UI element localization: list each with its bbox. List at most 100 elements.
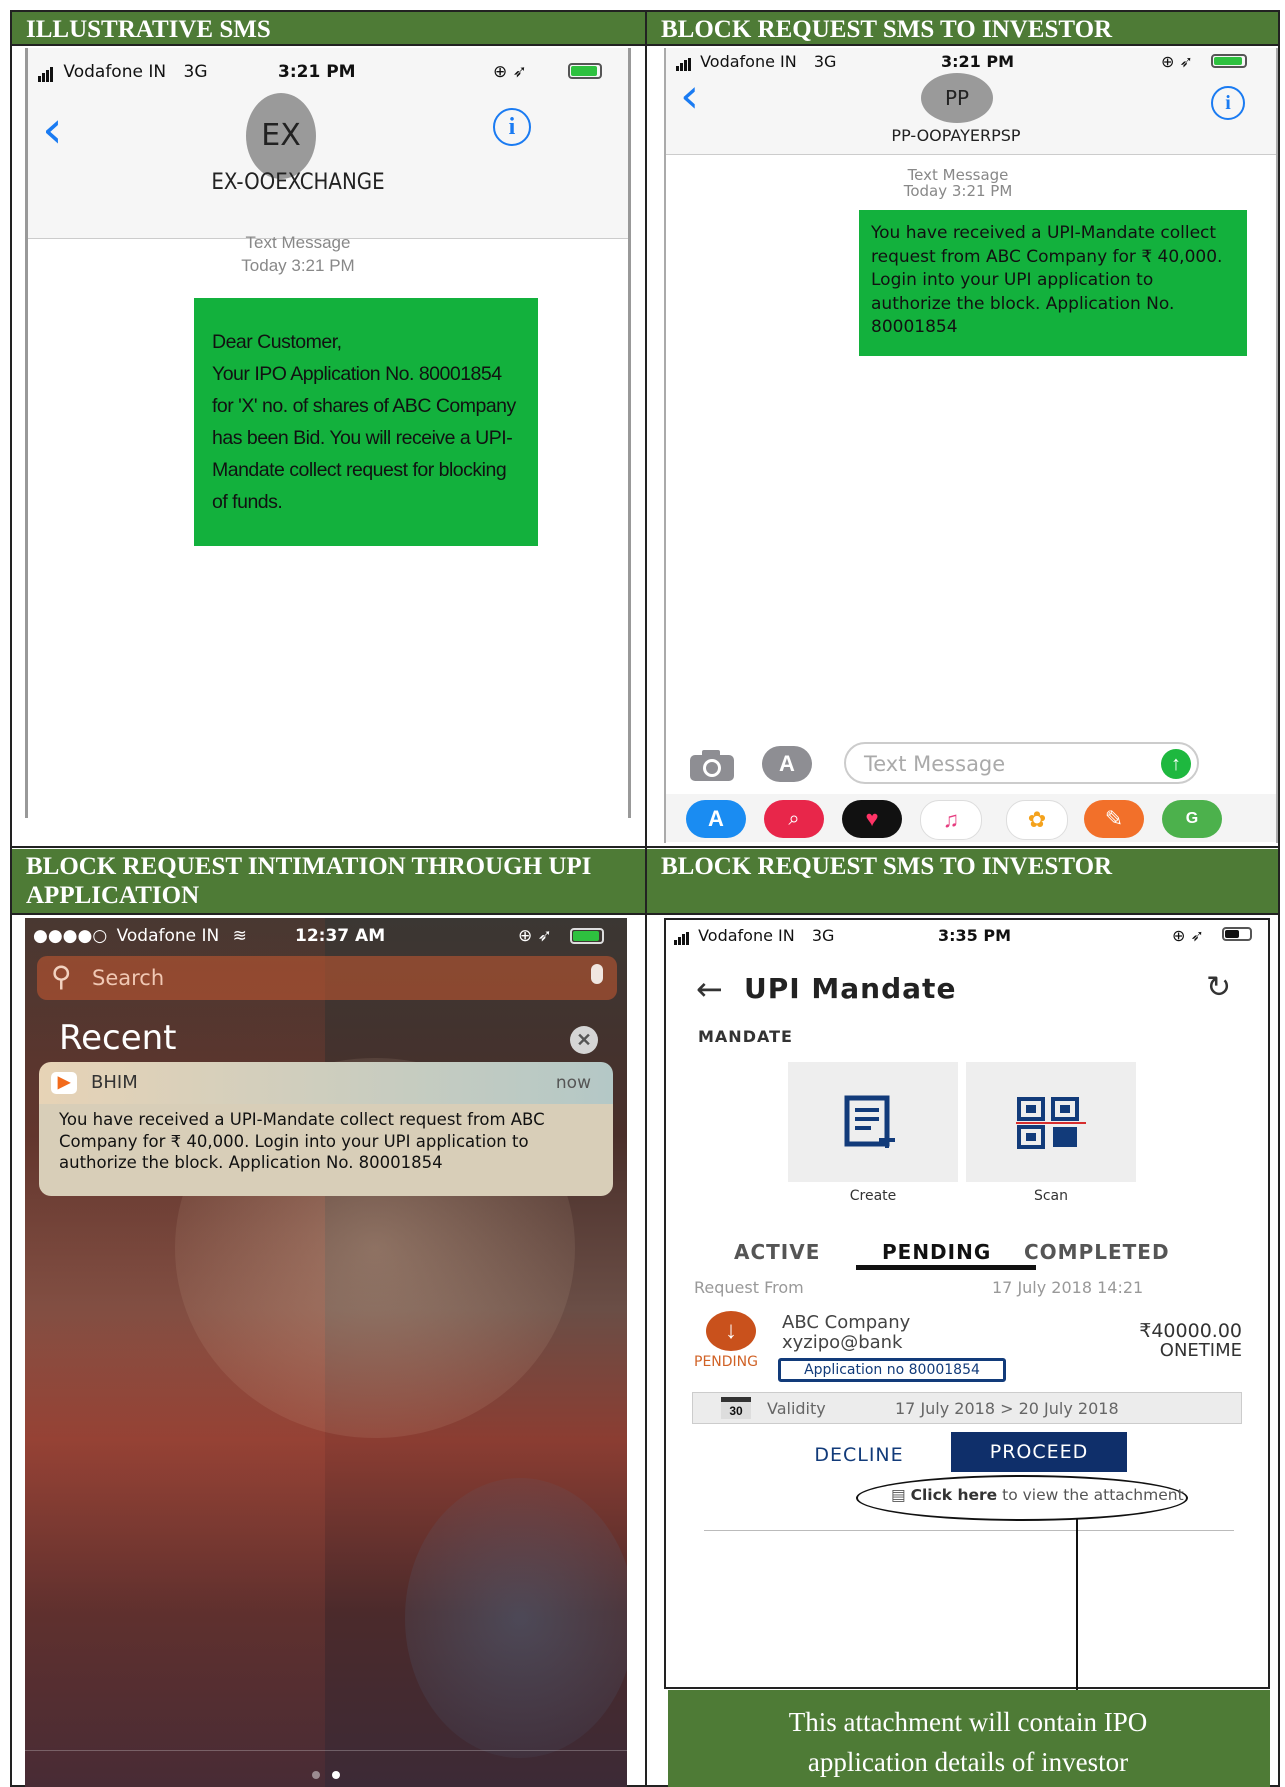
info-icon[interactable]: i [493,108,531,146]
wallpaper-glow-2 [405,1478,627,1758]
tab-active[interactable]: ACTIVE [734,1240,820,1264]
header-illustrative-sms: ILLUSTRATIVE SMS [12,12,645,44]
view-attachment-link[interactable]: ▤ Click here to view the attachment [891,1486,1184,1504]
attachment-text: to view the attachment [1002,1486,1184,1504]
signal-dots-icon: ●●●●○ [33,926,108,946]
microphone-icon[interactable] [591,964,603,984]
grid-divider-top [10,44,1280,46]
camera-icon[interactable] [688,748,736,782]
section-label: MANDATE [698,1027,793,1046]
carrier-label: Vodafone IN [700,52,797,71]
signal-icon [674,926,690,945]
validity-label: Validity [767,1399,826,1418]
refresh-icon[interactable]: ↻ [1206,970,1231,1005]
location-icon: ⊕ ➶ [518,926,552,946]
photos-icon[interactable]: ✿ [1006,800,1068,840]
payee-name: ABC Company [782,1312,911,1333]
page-title: UPI Mandate [744,972,957,1005]
calendar-icon: 30 [721,1397,751,1419]
sender-name: PP-OOPAYERPSP [891,126,1021,145]
network-label: 3G [811,926,835,945]
clock-label: 3:21 PM [278,62,356,82]
application-number: Application no 80001854 [804,1362,980,1378]
divider [704,1530,1234,1531]
pending-status-icon: ↓ [706,1311,756,1351]
page-indicator-dot-active [332,1771,340,1779]
message-time-label: Today 3:21 PM [903,182,1013,200]
location-icon: ⊕ ➶ [1172,926,1204,945]
grid-divider-middle-2 [10,913,1280,915]
search-bar[interactable]: ⚲ Search [37,956,617,1000]
clock-label: 12:37 AM [295,926,386,946]
grid-divider-vertical [645,10,647,1787]
tab-pending[interactable]: PENDING [882,1240,991,1264]
proceed-button[interactable]: PROCEED [951,1432,1127,1472]
send-button[interactable]: ↑ [1161,749,1191,779]
carrier-label: Vodafone IN [116,926,220,946]
info-icon[interactable]: i [1211,86,1245,120]
app-store-icon[interactable]: A [686,800,746,838]
bhim-app-icon: ▶ [51,1072,77,1094]
message-input-placeholder: Text Message [864,752,1006,776]
signal-icon [38,62,54,82]
create-document-icon [844,1095,895,1148]
message-input[interactable]: Text Message ↑ [844,742,1199,784]
sms-screen-payer-psp: Vodafone IN 3G 3:21 PM ⊕ ➶ ‹ PP i PP-OOP… [664,48,1278,843]
message-time-label: Today 3:21 PM [241,256,355,275]
tab-pending-underline [856,1265,1036,1270]
back-chevron-icon[interactable]: ‹ [42,100,63,160]
attachment-icon: ▤ [891,1486,906,1504]
back-chevron-icon[interactable]: ‹ [680,68,699,124]
create-label: Create [849,1188,897,1204]
callout-arrow-line [1076,1518,1078,1698]
lock-screen-notification: ●●●●○ Vodafone IN ≋ 12:37 AM ⊕ ➶ ⚲ Searc… [25,918,627,1787]
payee-vpa: xyzipo@bank [782,1332,903,1353]
attachment-callout-box: This attachment will contain IPO applica… [668,1690,1270,1787]
attachment-callout-text: This attachment will contain IPO applica… [788,1707,1148,1777]
app-store-drawer-icon[interactable]: A [762,746,812,782]
search-images-icon[interactable]: ⌕ [764,800,824,838]
status-bar: Vodafone IN 3G 3:35 PM ⊕ ➶ [674,926,1264,945]
carrier-label: Vodafone IN [63,62,167,82]
notification-message: You have received a UPI-Mandate collect … [39,1104,613,1196]
sms-bubble: You have received a UPI-Mandate collect … [859,210,1247,356]
validity-bar: 30 Validity 17 July 2018 > 20 July 2018 [692,1392,1242,1424]
upi-mandate-screen: Vodafone IN 3G 3:35 PM ⊕ ➶ ← UPI Mandate… [664,918,1270,1689]
tab-completed[interactable]: COMPLETED [1024,1240,1170,1264]
guitar-icon[interactable]: ✎ [1084,800,1144,838]
status-bar: Vodafone IN 3G 3:21 PM ⊕ ➶ [38,62,618,82]
sender-name: EX-OOEXCHANGE [211,170,385,195]
decline-button[interactable]: DECLINE [774,1435,944,1475]
location-icon: ⊕ ➶ [493,62,527,82]
pending-status-label: PENDING [694,1354,758,1370]
notification-card[interactable]: ▶ BHIM now You have received a UPI-Manda… [39,1062,613,1196]
network-label: 3G [813,52,837,71]
create-mandate-button[interactable] [788,1062,958,1182]
maps-icon[interactable]: G [1162,800,1222,838]
click-here-link: Click here [910,1486,998,1504]
message-type-label: Text Message [245,233,351,252]
header-upi-intimation: BLOCK REQUEST INTIMATION THROUGH UPI APP… [12,849,645,913]
search-placeholder: Search [92,966,165,990]
recent-heading: Recent [59,1018,177,1058]
battery-icon [1222,927,1252,941]
application-number-box: Application no 80001854 [778,1358,1006,1382]
carrier-label: Vodafone IN [698,926,795,945]
sms-screen-exchange: Vodafone IN 3G 3:21 PM ⊕ ➶ ‹ EX i EX-OOE… [25,48,631,818]
search-icon: ⚲ [51,960,72,993]
scan-qr-button[interactable] [966,1062,1136,1182]
notification-app-name: BHIM [91,1072,138,1093]
request-from-label: Request From [694,1278,804,1297]
heart-icon[interactable]: ♥ [842,800,902,838]
clock-label: 3:35 PM [938,926,1012,945]
status-bar: Vodafone IN 3G 3:21 PM ⊕ ➶ [676,52,1266,71]
avatar: PP [921,73,993,123]
qr-code-icon [1016,1097,1086,1149]
avatar: EX [246,93,316,179]
clear-notifications-button[interactable]: ✕ [570,1026,598,1054]
scan-label: Scan [1033,1188,1069,1204]
dock-divider [25,1750,627,1751]
notification-header: ▶ BHIM now [39,1062,613,1104]
back-arrow-icon[interactable]: ← [696,970,723,1008]
music-icon[interactable]: ♫ [920,800,982,840]
